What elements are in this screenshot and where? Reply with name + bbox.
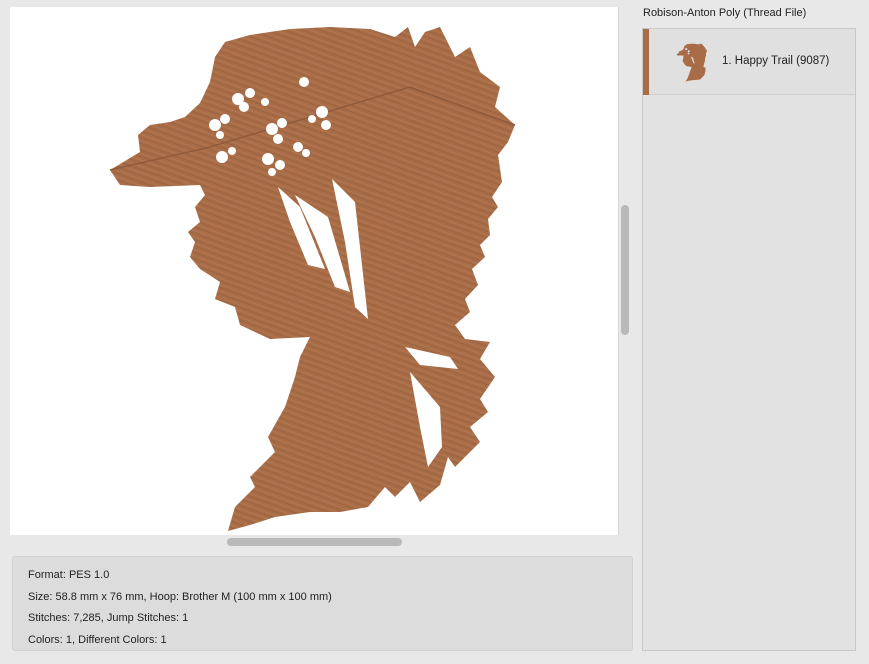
thread-item[interactable]: 1. Happy Trail (9087) bbox=[643, 29, 855, 95]
thread-thumbnail-icon bbox=[676, 43, 708, 82]
design-info-panel: Format: PES 1.0 Size: 58.8 mm x 76 mm, H… bbox=[12, 556, 633, 651]
thread-list: 1. Happy Trail (9087) bbox=[642, 28, 856, 651]
stitches-info: Stitches: 7,285, Jump Stitches: 1 bbox=[28, 612, 189, 624]
thread-item-label: 1. Happy Trail (9087) bbox=[722, 55, 830, 67]
size-info: Size: 58.8 mm x 76 mm, Hoop: Brother M (… bbox=[28, 590, 332, 603]
thread-color-swatch bbox=[643, 29, 649, 95]
design-preview-canvas[interactable] bbox=[10, 7, 619, 535]
format-info: Format: PES 1.0 bbox=[28, 569, 110, 581]
embroidery-viewer-window: Format: PES 1.0 Size: 58.8 mm x 76 mm, H… bbox=[0, 0, 869, 664]
embroidery-silhouette-icon bbox=[109, 27, 516, 531]
colors-info: Colors: 1, Different Colors: 1 bbox=[28, 633, 167, 646]
horizontal-scrollbar[interactable] bbox=[227, 538, 402, 546]
thread-file-title: Robison-Anton Poly (Thread File) bbox=[643, 7, 807, 19]
vertical-scrollbar[interactable] bbox=[621, 205, 629, 335]
